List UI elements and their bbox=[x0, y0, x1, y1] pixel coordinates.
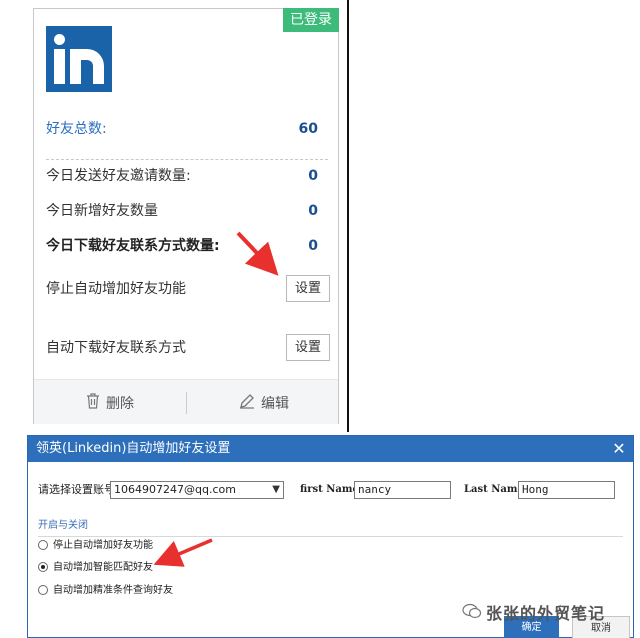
last-name-input[interactable]: Hong bbox=[518, 481, 615, 499]
stat-total-friends: 好友总数: 60 bbox=[46, 118, 328, 140]
stat-label: 今日下载好友联系方式数量: bbox=[46, 238, 220, 254]
dialog-title: 领英(Linkedin)自动增加好友设置 bbox=[28, 436, 633, 462]
stat-downloads-today: 今日下载好友联系方式数量: 0 bbox=[46, 235, 328, 257]
divider bbox=[46, 159, 328, 160]
radio-selected-icon bbox=[38, 562, 48, 572]
group-label: 开启与关闭 bbox=[38, 520, 88, 531]
stat-value: 0 bbox=[308, 238, 318, 254]
pencil-icon bbox=[239, 393, 255, 415]
option-precise-query[interactable]: 自动增加精准条件查询好友 bbox=[38, 583, 173, 599]
close-icon[interactable]: ✕ bbox=[609, 436, 629, 462]
screenshot-stage: 已登录 好友总数: 60 今日发送好友邀请数量: 0 今日新增好友数量 0 今日… bbox=[0, 0, 640, 638]
account-select[interactable]: 1064907247@qq.com ▼ bbox=[110, 481, 284, 499]
first-name-input[interactable]: nancy bbox=[354, 481, 451, 499]
stat-invites-today: 今日发送好友邀请数量: 0 bbox=[46, 165, 328, 187]
chevron-down-icon: ▼ bbox=[272, 484, 280, 495]
stop-auto-add-settings-button[interactable]: 设置 bbox=[286, 275, 330, 302]
footer-divider bbox=[186, 392, 187, 414]
stat-label: 今日发送好友邀请数量: bbox=[46, 168, 191, 184]
stat-label: 好友总数: bbox=[46, 121, 107, 137]
delete-label: 删除 bbox=[106, 396, 134, 412]
radio-icon bbox=[38, 585, 48, 595]
setting-label: 自动下载好友联系方式 bbox=[46, 340, 186, 356]
card-footer: 删除 编辑 bbox=[34, 379, 338, 424]
option-label: 自动增加精准条件查询好友 bbox=[53, 585, 173, 596]
setting-label: 停止自动增加好友功能 bbox=[46, 281, 186, 297]
edit-button[interactable]: 编辑 bbox=[239, 393, 289, 415]
linkedin-logo-icon bbox=[46, 26, 112, 92]
account-select-value: 1064907247@qq.com bbox=[114, 483, 236, 496]
trash-icon bbox=[86, 393, 100, 415]
watermark-text: 张张的外贸笔记 bbox=[486, 604, 606, 623]
vertical-divider-line bbox=[347, 0, 349, 432]
option-smart-match[interactable]: 自动增加智能匹配好友 bbox=[38, 560, 153, 576]
auto-download-settings-button[interactable]: 设置 bbox=[286, 334, 330, 361]
edit-label: 编辑 bbox=[261, 396, 289, 412]
logged-in-badge: 已登录 bbox=[283, 8, 339, 32]
group-divider bbox=[38, 536, 623, 537]
stat-new-friends-today: 今日新增好友数量 0 bbox=[46, 200, 328, 222]
account-card: 已登录 好友总数: 60 今日发送好友邀请数量: 0 今日新增好友数量 0 今日… bbox=[33, 8, 339, 424]
delete-button[interactable]: 删除 bbox=[86, 393, 134, 415]
option-stop-auto-add[interactable]: 停止自动增加好友功能 bbox=[38, 538, 153, 554]
account-label: 请选择设置账号: bbox=[38, 483, 119, 496]
radio-icon bbox=[38, 540, 48, 550]
stat-label: 今日新增好友数量 bbox=[46, 203, 158, 219]
stat-value: 60 bbox=[298, 121, 318, 137]
stat-value: 0 bbox=[308, 203, 318, 219]
option-label: 停止自动增加好友功能 bbox=[53, 540, 153, 551]
stat-value: 0 bbox=[308, 168, 318, 184]
wechat-icon bbox=[462, 603, 482, 619]
option-label: 自动增加智能匹配好友 bbox=[53, 562, 153, 573]
